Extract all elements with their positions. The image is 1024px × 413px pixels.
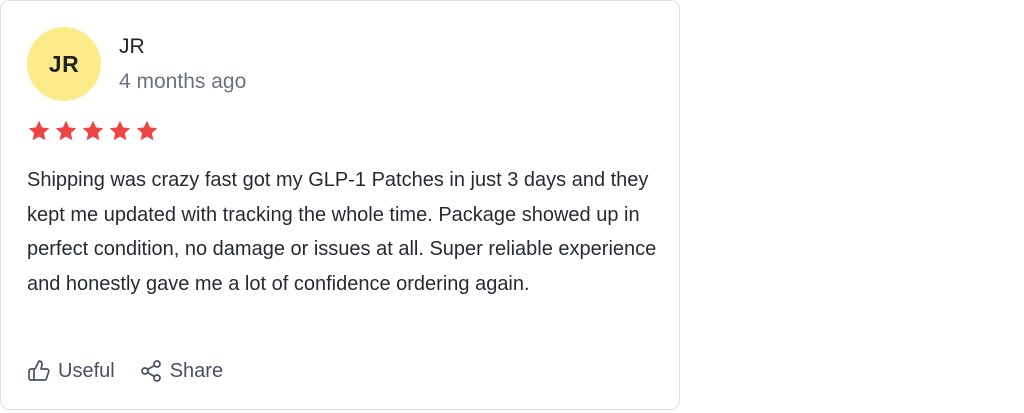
star-icon — [109, 120, 131, 141]
review-card: JR JR 4 months ago Shipping was crazy fa… — [0, 0, 680, 410]
star-icon — [82, 120, 104, 141]
star-icon — [28, 120, 50, 141]
star-icon — [55, 120, 77, 141]
review-text: Shipping was crazy fast got my GLP-1 Pat… — [27, 169, 657, 295]
author-name: JR — [119, 35, 145, 58]
star-icon — [136, 120, 158, 141]
share-icon — [140, 360, 161, 382]
share-button[interactable]: Share — [139, 359, 223, 383]
review-date: 4 months ago — [119, 70, 247, 93]
share-label: Share — [169, 359, 224, 382]
review-actions: Useful Share — [27, 359, 223, 383]
avatar: JR — [27, 27, 101, 101]
useful-label: Useful — [58, 359, 115, 382]
useful-button[interactable]: Useful — [27, 359, 115, 383]
thumbs-up-icon — [28, 360, 50, 381]
star-rating — [27, 119, 159, 143]
